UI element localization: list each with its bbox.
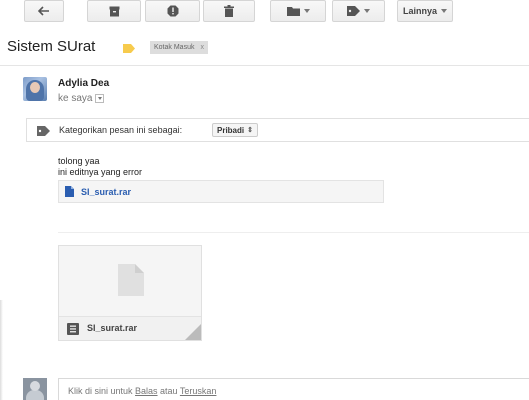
- inbox-label-text: Kotak Masuk: [154, 44, 195, 51]
- category-select[interactable]: Pribadi ⇕: [212, 123, 258, 137]
- back-arrow-icon: [38, 6, 50, 16]
- inbox-label-chip[interactable]: Kotak Masuk x: [150, 41, 208, 54]
- label-tag-icon: [37, 125, 50, 139]
- categorize-prompt: Kategorikan pesan ini sebagai:: [59, 125, 183, 135]
- left-edge-shadow: [0, 300, 3, 400]
- move-to-button[interactable]: [270, 0, 326, 22]
- more-button[interactable]: Lainnya: [397, 0, 453, 22]
- chevron-down-icon: [364, 9, 370, 13]
- chevron-down-icon: [97, 97, 102, 100]
- inline-attachment-name: SI_surat.rar: [81, 187, 132, 197]
- more-button-label: Lainnya: [402, 6, 437, 16]
- delete-button[interactable]: [203, 0, 255, 22]
- document-icon: [118, 264, 144, 299]
- attachment-preview: [59, 246, 201, 316]
- recipient-line: ke saya: [58, 93, 105, 104]
- updown-arrows-icon: ⇕: [247, 126, 253, 134]
- message-body-line: tolong yaa: [58, 156, 100, 166]
- back-button[interactable]: [24, 0, 64, 22]
- file-icon: [65, 186, 74, 200]
- message-body-line: ini editnya yang error: [58, 167, 143, 177]
- attachment-footer: SI_surat.rar: [59, 316, 201, 340]
- archive-button[interactable]: [87, 0, 141, 22]
- category-value: Pribadi: [217, 125, 245, 135]
- trash-icon: [224, 5, 234, 17]
- reply-box[interactable]: Klik di sini untuk Balas atau Teruskan: [58, 378, 529, 400]
- importance-marker-icon[interactable]: [123, 42, 135, 53]
- page-fold-icon: [185, 324, 201, 340]
- subject-row: Sistem SUrat Kotak Masuk x: [0, 30, 529, 66]
- chevron-down-icon: [303, 9, 310, 13]
- reply-prompt: Klik di sini untuk Balas atau Teruskan: [68, 386, 216, 396]
- categorize-bar: Kategorikan pesan ini sebagai: Pribadi ⇕: [26, 118, 529, 142]
- attachment-card[interactable]: SI_surat.rar: [58, 245, 202, 341]
- reply-link[interactable]: Balas: [135, 386, 158, 396]
- user-avatar: [23, 378, 47, 400]
- label-tag-icon: [347, 6, 360, 16]
- reply-middle: atau: [157, 386, 180, 396]
- remove-label-button[interactable]: x: [200, 44, 204, 51]
- labels-button[interactable]: [332, 0, 385, 22]
- folder-icon: [286, 6, 300, 16]
- toolbar: Lainnya: [0, 0, 529, 24]
- spam-icon: [167, 5, 179, 17]
- archive-file-icon: [67, 323, 79, 338]
- report-spam-button[interactable]: [145, 0, 200, 22]
- inline-attachment-link[interactable]: SI_surat.rar: [58, 180, 384, 203]
- forward-link[interactable]: Teruskan: [180, 386, 217, 396]
- chevron-down-icon: [441, 9, 447, 13]
- reply-prefix: Klik di sini untuk: [68, 386, 136, 396]
- archive-icon: [109, 6, 120, 17]
- sender-name[interactable]: Adylia Dea: [58, 78, 109, 89]
- show-details-button[interactable]: [95, 94, 105, 103]
- attachment-card-name: SI_surat.rar: [87, 323, 138, 333]
- recipient-text: ke saya: [58, 93, 93, 104]
- divider: [58, 232, 529, 233]
- subject-title: Sistem SUrat: [7, 38, 96, 55]
- sender-avatar[interactable]: [23, 77, 47, 101]
